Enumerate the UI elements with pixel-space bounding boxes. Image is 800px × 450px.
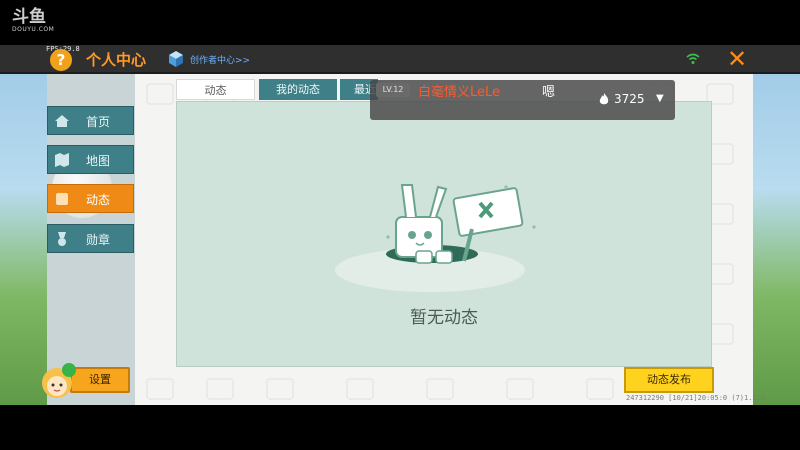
watermark-logo: 斗鱼 (12, 7, 46, 27)
sidebar-item-medals[interactable]: 勋章 (47, 224, 134, 253)
tab-my-feed[interactable]: 我的动态 (259, 79, 337, 100)
empty-state-mascot-icon (335, 184, 536, 292)
cube-icon (169, 51, 183, 67)
douyu-watermark: 斗鱼 DOUYU.COM (12, 8, 54, 33)
watermark-domain: DOUYU.COM (12, 26, 55, 33)
notification-username: 白毫情义LeLe (418, 85, 501, 100)
letterbox-top: 斗鱼 DOUYU.COM (0, 0, 800, 45)
sidebar-item-home[interactable]: 首页 (47, 106, 134, 135)
top-bar: FPS:29.8 ? 个人中心 创作者中心>> ✕ (0, 45, 800, 74)
online-status-icon (62, 363, 76, 377)
version-info: 247312290 [10/21]20:05:0 (7)1.5.0 (626, 394, 766, 402)
notification-message: 嗯 (542, 85, 556, 100)
heat-count: 3725 (614, 92, 645, 106)
feed-icon (56, 193, 68, 205)
tab-feed[interactable]: 动态 (176, 79, 255, 100)
creator-center-link[interactable]: 创作者中心>> (190, 53, 250, 66)
publish-feed-button[interactable]: 动态发布 (624, 367, 714, 393)
sidebar-item-label: 动态 (86, 193, 111, 207)
map-icon (55, 153, 69, 167)
dropdown-caret-icon[interactable]: ▼ (656, 93, 664, 104)
flame-icon (599, 93, 609, 105)
settings-button[interactable]: 设置 (70, 367, 130, 393)
close-button[interactable]: ✕ (726, 46, 748, 72)
wifi-icon (686, 53, 700, 64)
sidebar-item-label: 勋章 (86, 233, 111, 247)
letterbox-bottom (0, 405, 800, 450)
sidebar-item-label: 首页 (86, 115, 111, 129)
level-badge: LV.12 (376, 83, 410, 97)
sidebar-item-map[interactable]: 地图 (47, 145, 134, 174)
game-window: FPS:29.8 ? 个人中心 创作者中心>> ✕ (0, 45, 800, 405)
home-icon (55, 115, 69, 127)
sidebar-item-feed[interactable]: 动态 (47, 184, 134, 213)
help-button[interactable]: ? (50, 49, 72, 71)
sidebar-item-label: 地图 (86, 154, 111, 168)
chat-notification[interactable]: LV.12 白毫情义LeLe 嗯 3725 ▼ (370, 80, 675, 120)
medal-icon (58, 232, 66, 246)
empty-state-text: 暂无动态 (410, 308, 478, 328)
page-title: 个人中心 (86, 51, 147, 69)
